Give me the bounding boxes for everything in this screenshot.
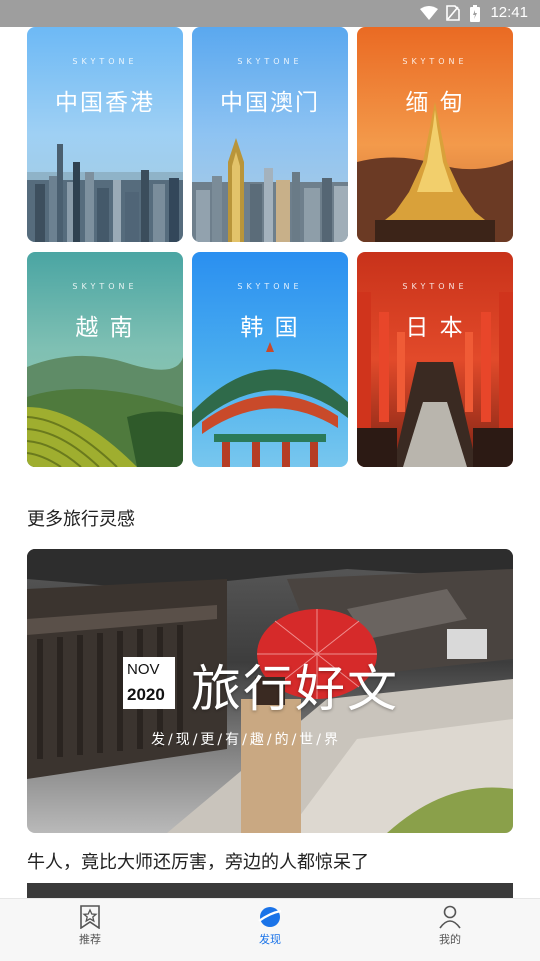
tab-label: 我的 — [439, 933, 461, 946]
status-time: 12:41 — [490, 4, 528, 21]
card-title: 中国澳门 — [220, 90, 320, 116]
sim-icon — [446, 5, 460, 21]
korean-pavilion-image — [192, 342, 348, 467]
pagoda-image — [357, 102, 513, 242]
card-brand: SKYTONE — [237, 57, 303, 66]
city-skyline-image — [192, 138, 348, 242]
status-bar: 12:41 — [0, 0, 540, 27]
banner-title: 旅行好文 — [191, 660, 399, 718]
destination-card-macau[interactable]: SKYTONE 中国澳门 — [192, 27, 348, 242]
card-brand: SKYTONE — [72, 282, 138, 291]
destination-card-myanmar[interactable]: SKYTONE 缅 甸 — [357, 27, 513, 242]
rice-terrace-image — [27, 355, 183, 467]
wifi-icon — [420, 6, 438, 20]
tab-discover[interactable]: 发现 — [230, 905, 310, 947]
date-year: 2020 — [127, 685, 165, 704]
battery-icon — [470, 5, 480, 22]
bottom-tab-bar: 推荐 发现 我的 — [0, 898, 540, 961]
tab-mine[interactable]: 我的 — [410, 905, 490, 947]
destination-card-hongkong[interactable]: SKYTONE 中国香港 — [27, 27, 183, 242]
destination-card-japan[interactable]: SKYTONE 日 本 — [357, 252, 513, 467]
tab-label: 推荐 — [79, 933, 101, 946]
article-title[interactable]: 牛人，竟比大师还厉害，旁边的人都惊呆了 — [27, 848, 369, 874]
card-brand: SKYTONE — [237, 282, 303, 291]
date-badge: NOV 2020 — [123, 657, 175, 709]
tab-label: 发现 — [259, 933, 281, 946]
card-brand: SKYTONE — [72, 57, 138, 66]
city-skyline-image — [27, 144, 183, 242]
destination-card-korea[interactable]: SKYTONE 韩 国 — [192, 252, 348, 467]
travel-article-banner[interactable]: NOV 2020 旅行好文 发/现/更/有/趣/的/世/界 — [27, 549, 513, 833]
card-title: 中国香港 — [55, 90, 155, 116]
star-bookmark-icon — [80, 905, 100, 929]
destination-card-vietnam[interactable]: SKYTONE 越 南 — [27, 252, 183, 467]
planet-icon — [258, 907, 282, 927]
date-month: NOV — [127, 661, 160, 678]
section-title: 更多旅行灵感 — [27, 509, 135, 530]
card-brand: SKYTONE — [402, 57, 468, 66]
torii-gates-image — [357, 292, 513, 467]
card-title: 韩 国 — [240, 315, 300, 341]
tab-recommend[interactable]: 推荐 — [50, 905, 130, 947]
person-icon — [439, 905, 461, 929]
banner-subtitle: 发/现/更/有/趣/的/世/界 — [151, 732, 342, 748]
